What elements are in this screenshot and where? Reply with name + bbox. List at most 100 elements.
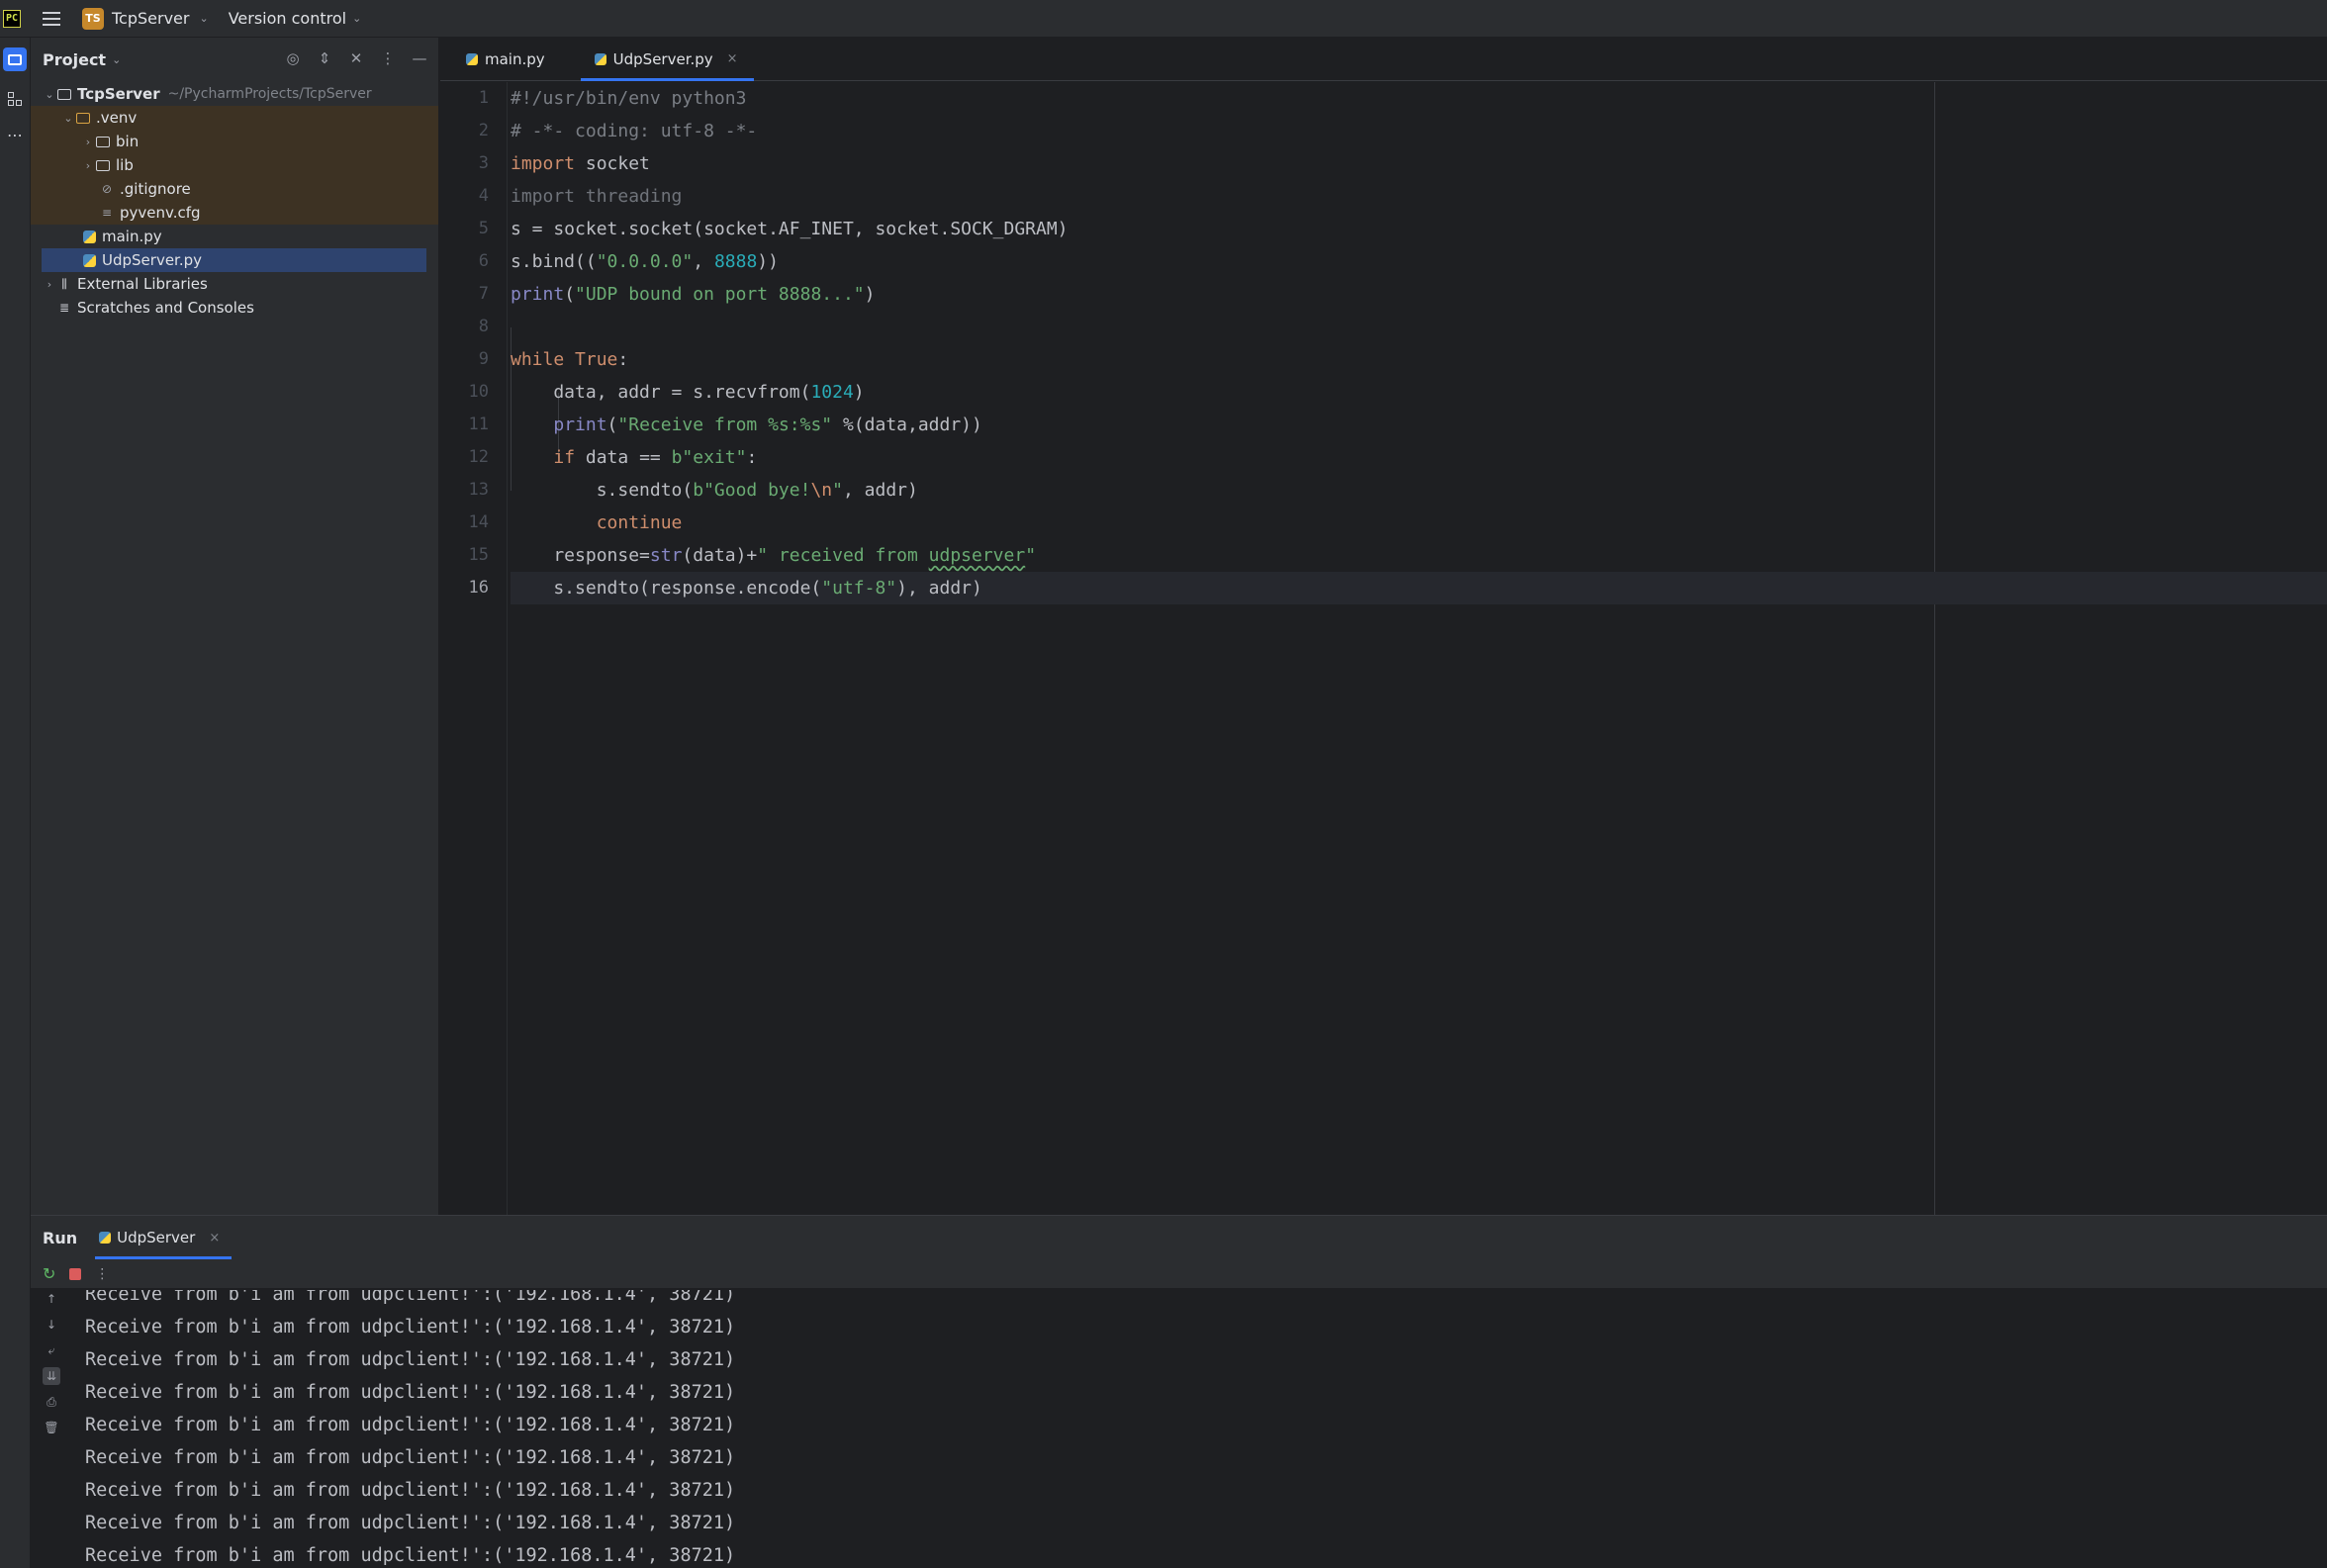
python-file-icon xyxy=(99,1232,112,1244)
console-output[interactable]: Receive from b'i am from udpclient!':('1… xyxy=(85,1290,2327,1568)
line-number: 12 xyxy=(468,447,489,467)
expand-all-icon[interactable]: ⇕ xyxy=(316,49,333,67)
tree-item-main-py[interactable]: main.py xyxy=(31,225,438,248)
console-line: Receive from b'i am from udpclient!':('1… xyxy=(85,1415,736,1435)
tree-item-lib[interactable]: › lib xyxy=(31,153,438,177)
project-name: TcpServer xyxy=(112,9,190,28)
more-tools-icon[interactable]: ⋯ xyxy=(3,123,27,146)
run-panel-header: Run UdpServer × xyxy=(31,1216,2327,1259)
scroll-to-end-icon[interactable]: ⇊ xyxy=(43,1367,60,1385)
code-line: while True: xyxy=(511,349,629,370)
close-tab-icon[interactable]: × xyxy=(727,51,738,66)
line-number: 1 xyxy=(478,88,489,108)
tool-window-strip: ⋯ xyxy=(0,38,31,1568)
tab-udpserver-py[interactable]: UdpServer.py × xyxy=(580,38,754,81)
collapse-all-icon[interactable]: ✕ xyxy=(347,49,365,67)
tree-item-udpserver-py[interactable]: UdpServer.py xyxy=(42,248,426,272)
tree-item-label: .venv xyxy=(96,109,138,127)
locate-file-icon[interactable]: ◎ xyxy=(284,49,302,67)
tree-item-venv[interactable]: ⌄ .venv xyxy=(31,106,438,130)
tree-item-scratches[interactable]: ≣ Scratches and Consoles xyxy=(31,296,438,320)
tree-item-gitignore[interactable]: ⊘ .gitignore xyxy=(31,177,438,201)
more-options-icon[interactable]: ⋮ xyxy=(95,1266,109,1282)
line-number: 13 xyxy=(468,480,489,500)
run-tab-label: UdpServer xyxy=(117,1229,196,1246)
line-number: 3 xyxy=(478,153,489,173)
tree-item-label: External Libraries xyxy=(77,275,208,293)
tree-item-external-libraries[interactable]: › ⫼ External Libraries xyxy=(31,272,438,296)
chevron-down-icon[interactable]: ⌄ xyxy=(61,112,75,125)
line-number: 5 xyxy=(478,219,489,238)
project-badge: TS xyxy=(82,7,104,30)
tree-item-tcpserver[interactable]: ⌄ TcpServer ~/PycharmProjects/TcpServer xyxy=(31,82,438,106)
title-bar: PC TS TcpServer ⌄ Version control ⌄ xyxy=(0,0,2327,38)
main-menu-icon[interactable] xyxy=(43,11,60,26)
chevron-down-icon[interactable]: ⌄ xyxy=(43,88,56,101)
line-number-gutter: 1 2 3 4 5 6 7 8 9 10 11 12 13 14 15 16 xyxy=(440,82,508,1215)
project-switcher[interactable]: TS TcpServer ⌄ xyxy=(82,7,209,30)
code-line: response=str(data)+" received from udpse… xyxy=(511,545,1037,566)
options-icon[interactable]: ⋮ xyxy=(379,49,397,67)
run-panel-title: Run xyxy=(43,1228,78,1247)
tab-label: UdpServer.py xyxy=(612,49,713,68)
project-panel-title[interactable]: Project xyxy=(43,50,106,69)
chevron-down-icon: ⌄ xyxy=(352,12,362,25)
tree-item-label: lib xyxy=(116,156,134,174)
tree-item-bin[interactable]: › bin xyxy=(31,130,438,153)
structure-tool-icon[interactable] xyxy=(3,87,27,111)
pycharm-logo-icon: PC xyxy=(3,9,21,28)
print-icon[interactable]: ⎙ xyxy=(43,1393,60,1411)
folder-icon xyxy=(56,86,72,102)
folder-icon xyxy=(95,134,111,149)
line-number: 10 xyxy=(468,382,489,402)
project-tool-icon[interactable] xyxy=(3,47,27,71)
tree-item-pyvenv-cfg[interactable]: ≡ pyvenv.cfg xyxy=(31,201,438,225)
clear-console-icon[interactable]: 🗑 xyxy=(43,1419,60,1436)
chevron-right-icon[interactable]: › xyxy=(81,159,95,172)
python-file-icon xyxy=(594,52,606,65)
tree-item-label: TcpServer xyxy=(77,85,160,103)
code-line-current: s.sendto(response.encode("utf-8"), addr) xyxy=(511,572,2327,604)
line-number: 9 xyxy=(478,349,489,369)
tab-main-py[interactable]: main.py xyxy=(452,38,561,80)
code-editor[interactable]: 1 2 3 4 5 6 7 8 9 10 11 12 13 14 15 16 #!/usr/bin/env p… xyxy=(440,82,2327,1215)
console-line: Receive from b'i am from udpclient!':('1… xyxy=(85,1382,736,1403)
rerun-icon[interactable]: ↻ xyxy=(43,1264,55,1283)
stop-icon[interactable] xyxy=(69,1267,82,1280)
console-line: Receive from b'i am from udpclient!':('1… xyxy=(85,1545,736,1566)
line-number: 7 xyxy=(478,284,489,304)
python-file-icon xyxy=(466,52,478,65)
line-number: 8 xyxy=(478,317,489,336)
python-file-icon xyxy=(81,229,97,244)
chevron-down-icon[interactable]: ⌄ xyxy=(112,53,121,66)
version-control-label: Version control xyxy=(228,9,347,28)
code-line: s.sendto(b"Good bye!\n", addr) xyxy=(511,480,918,501)
console-side-toolbar: ↑ ↓ ⤶ ⇊ ⎙ 🗑 xyxy=(31,1290,69,1568)
run-tab-udpserver[interactable]: UdpServer × xyxy=(95,1216,233,1259)
code-line: continue xyxy=(596,512,683,533)
tree-item-label: .gitignore xyxy=(120,180,191,198)
folder-icon xyxy=(95,157,111,173)
code-line: #!/usr/bin/env python3 xyxy=(511,88,747,109)
line-number: 2 xyxy=(478,121,489,140)
scroll-up-icon[interactable]: ↑ xyxy=(43,1290,60,1308)
console-line: Receive from b'i am from udpclient!':('1… xyxy=(85,1317,736,1337)
text-file-icon: ≡ xyxy=(101,206,113,220)
python-file-icon xyxy=(81,252,97,268)
scroll-down-icon[interactable]: ↓ xyxy=(43,1316,60,1334)
chevron-right-icon[interactable]: › xyxy=(43,278,56,291)
editor-tab-bar: main.py UdpServer.py × xyxy=(440,38,2327,81)
chevron-down-icon: ⌄ xyxy=(199,12,209,25)
chevron-right-icon[interactable]: › xyxy=(81,136,95,148)
project-panel-header: Project ⌄ ◎ ⇕ ✕ ⋮ — xyxy=(31,38,438,81)
code-line: s.bind(("0.0.0.0", 8888)) xyxy=(511,251,779,272)
tree-item-label: Scratches and Consoles xyxy=(77,299,254,317)
version-control-menu[interactable]: Version control ⌄ xyxy=(229,9,362,28)
close-tab-icon[interactable]: × xyxy=(209,1231,220,1245)
hide-panel-icon[interactable]: — xyxy=(411,49,428,67)
code-line: import socket xyxy=(511,153,650,174)
soft-wrap-icon[interactable]: ⤶ xyxy=(43,1341,60,1359)
tree-item-path: ~/PycharmProjects/TcpServer xyxy=(167,86,372,102)
code-line: if data == b"exit": xyxy=(553,447,758,468)
